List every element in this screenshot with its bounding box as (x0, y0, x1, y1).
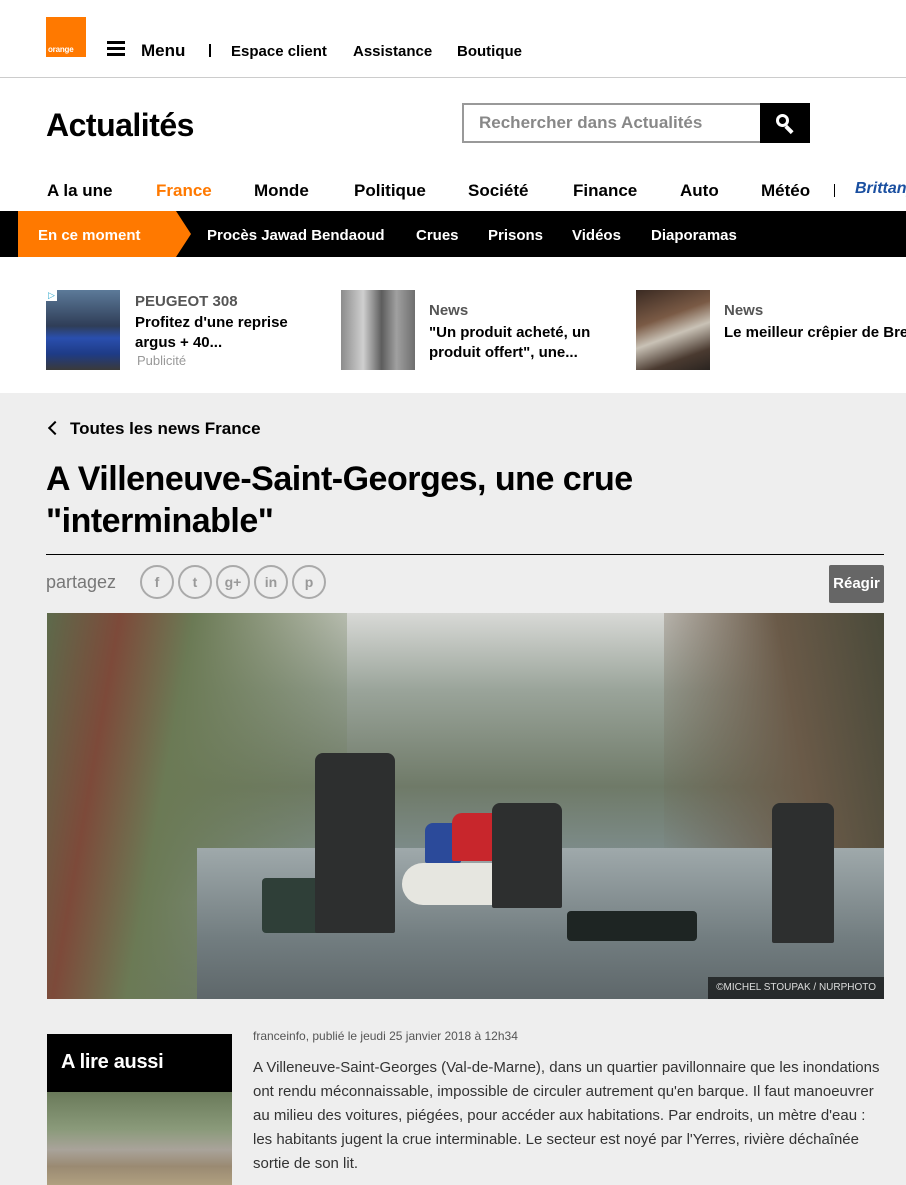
googleplus-icon[interactable]: g+ (216, 565, 250, 599)
search-field[interactable] (462, 103, 762, 143)
menu-button[interactable]: Menu (141, 41, 185, 61)
nav-item-a-la-une[interactable]: A la une (47, 181, 113, 201)
article-byline: franceinfo, publié le jeudi 25 janvier 2… (253, 1029, 518, 1043)
nav-item-societe[interactable]: Société (468, 181, 528, 201)
read-also-title: A lire aussi (61, 1051, 164, 1073)
chevron-left-icon (47, 420, 63, 436)
partner-logo[interactable]: Brittany (855, 180, 906, 198)
photo-credit: ©MICHEL STOUPAK / NURPHOTO (708, 977, 884, 999)
promo-kicker: PEUGEOT 308 (135, 293, 238, 310)
nav-item-france[interactable]: France (156, 181, 212, 201)
top-bar: orange Menu Espace client Assistance Bou… (0, 0, 906, 78)
trending-badge: En ce moment (18, 211, 191, 257)
nav-item-monde[interactable]: Monde (254, 181, 309, 201)
site-title[interactable]: Actualités (46, 107, 194, 144)
divider (209, 44, 211, 57)
promo-kicker: News (724, 302, 764, 319)
orange-logo[interactable]: orange (46, 17, 86, 57)
trending-link[interactable]: Crues (416, 227, 459, 244)
read-also-image[interactable] (47, 1092, 232, 1185)
promo-image[interactable] (636, 290, 710, 370)
ad-choices-icon[interactable]: ▷ (46, 290, 57, 301)
article-photo[interactable]: ©MICHEL STOUPAK / NURPHOTO (47, 613, 884, 999)
promo-title[interactable]: Profitez d'une reprise argus + 40... (135, 313, 315, 353)
nav-item-meteo[interactable]: Météo (761, 181, 810, 201)
pinterest-icon[interactable]: p (292, 565, 326, 599)
nav-item-finance[interactable]: Finance (573, 181, 637, 201)
trending-link[interactable]: Vidéos (572, 227, 621, 244)
trending-badge-label: En ce moment (38, 227, 141, 244)
promo-image[interactable] (341, 290, 415, 370)
facebook-icon[interactable]: f (140, 565, 174, 599)
boutique-link[interactable]: Boutique (457, 43, 522, 60)
back-to-france-link[interactable]: Toutes les news France (47, 419, 261, 439)
twitter-icon[interactable]: t (178, 565, 212, 599)
search-button[interactable] (760, 103, 810, 143)
nav-item-auto[interactable]: Auto (680, 181, 719, 201)
divider (46, 554, 884, 555)
promo-title[interactable]: Le meilleur crêpier de Bretagne (et du m… (724, 323, 906, 343)
nav-divider (834, 184, 835, 197)
assistance-link[interactable]: Assistance (353, 43, 432, 60)
trending-link[interactable]: Procès Jawad Bendaoud (207, 227, 385, 244)
search-input[interactable] (464, 105, 760, 141)
linkedin-icon[interactable]: in (254, 565, 288, 599)
sponsored-label: Publicité (137, 353, 187, 368)
react-button[interactable]: Réagir (829, 565, 884, 603)
nav-item-politique[interactable]: Politique (354, 181, 426, 201)
article-body: A Villeneuve-Saint-Georges (Val-de-Marne… (253, 1059, 880, 1172)
promo-image[interactable]: ▷ (46, 290, 120, 370)
trending-link[interactable]: Prisons (488, 227, 543, 244)
trending-link[interactable]: Diaporamas (651, 227, 737, 244)
read-also-box[interactable]: A lire aussi (47, 1034, 232, 1185)
hamburger-icon[interactable] (107, 41, 125, 56)
logo-text: orange (48, 45, 74, 54)
share-label: partagez (46, 572, 117, 592)
article-headline: A Villeneuve-Saint-Georges, une crue "in… (46, 460, 633, 540)
espace-client-link[interactable]: Espace client (231, 43, 327, 60)
promo-kicker: News (429, 302, 469, 319)
promo-title[interactable]: "Un produit acheté, un produit offert", … (429, 323, 619, 363)
